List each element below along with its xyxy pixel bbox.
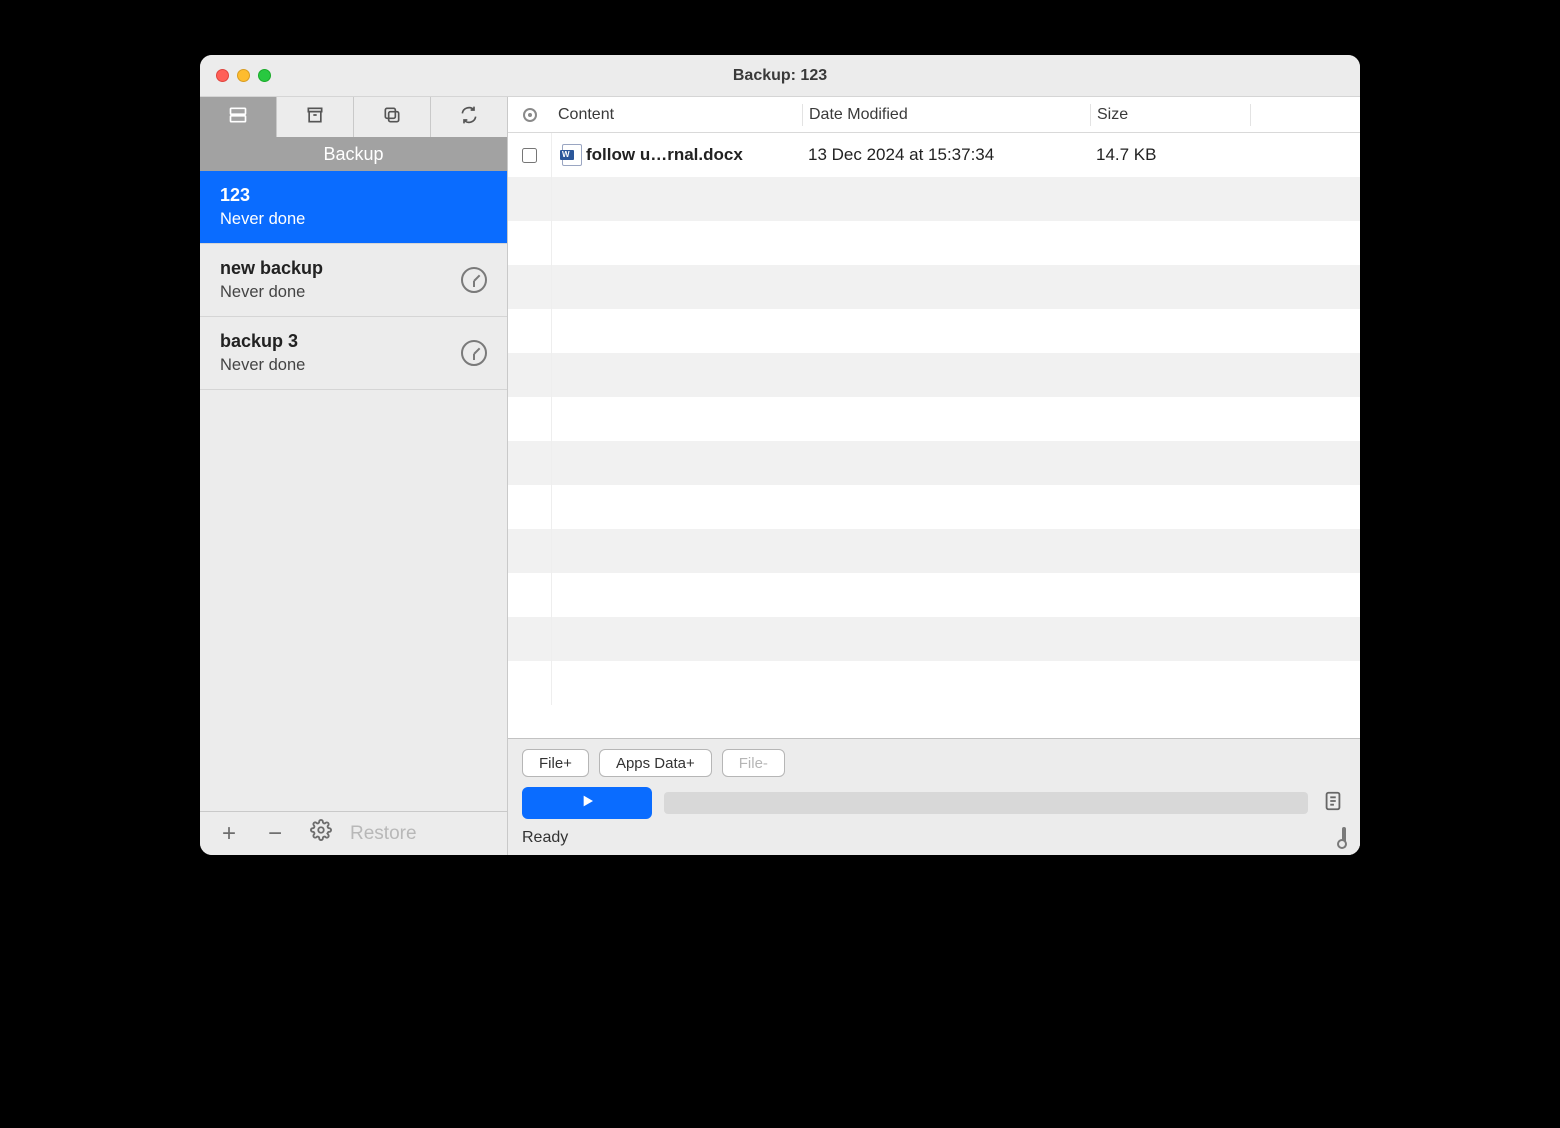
restore-button[interactable]: Restore bbox=[350, 823, 417, 845]
schedule-icon bbox=[461, 340, 487, 366]
empty-row bbox=[508, 397, 1360, 441]
backup-item-123[interactable]: 123 Never done bbox=[200, 171, 507, 244]
row-size: 14.7 KB bbox=[1090, 145, 1250, 165]
column-header-size[interactable]: Size bbox=[1090, 104, 1250, 126]
table-row[interactable]: follow u…rnal.docx 13 Dec 2024 at 15:37:… bbox=[508, 133, 1360, 177]
calendar-clock-icon bbox=[1342, 827, 1346, 848]
clone-icon bbox=[382, 105, 402, 130]
empty-row bbox=[508, 529, 1360, 573]
app-window: Backup: 123 bbox=[200, 55, 1360, 855]
empty-row bbox=[508, 661, 1360, 705]
row-filename: follow u…rnal.docx bbox=[586, 145, 802, 165]
empty-row bbox=[508, 353, 1360, 397]
titlebar: Backup: 123 bbox=[200, 55, 1360, 97]
window-controls bbox=[216, 69, 271, 82]
sidebar-tab-archive[interactable] bbox=[277, 97, 354, 137]
column-header-extra bbox=[1250, 104, 1360, 126]
empty-row bbox=[508, 485, 1360, 529]
file-remove-button[interactable]: File- bbox=[722, 749, 785, 777]
backup-item-backup-3[interactable]: backup 3 Never done bbox=[200, 317, 507, 390]
bottom-toolbar: File+ Apps Data+ File- bbox=[508, 738, 1360, 855]
empty-row bbox=[508, 265, 1360, 309]
progress-bar bbox=[664, 792, 1308, 814]
gear-icon bbox=[310, 819, 332, 848]
backup-list: 123 Never done new backup Never done bbox=[200, 171, 507, 811]
schedule-icon bbox=[461, 267, 487, 293]
file-table: follow u…rnal.docx 13 Dec 2024 at 15:37:… bbox=[508, 133, 1360, 738]
apps-data-add-button[interactable]: Apps Data+ bbox=[599, 749, 712, 777]
docx-file-icon bbox=[562, 144, 582, 166]
table-header: Content Date Modified Size bbox=[508, 97, 1360, 133]
empty-row bbox=[508, 221, 1360, 265]
main-panel: Content Date Modified Size follow u…rnal… bbox=[508, 97, 1360, 855]
archive-icon bbox=[305, 105, 325, 130]
minus-icon: − bbox=[268, 820, 282, 848]
settings-button[interactable] bbox=[298, 815, 344, 853]
document-icon bbox=[1322, 790, 1344, 817]
backup-item-new-backup[interactable]: new backup Never done bbox=[200, 244, 507, 317]
empty-row bbox=[508, 177, 1360, 221]
log-button[interactable] bbox=[1320, 790, 1346, 817]
sync-icon bbox=[459, 105, 479, 130]
sidebar-tabs bbox=[200, 97, 507, 137]
empty-row bbox=[508, 309, 1360, 353]
minimize-window-button[interactable] bbox=[237, 69, 250, 82]
empty-row bbox=[508, 441, 1360, 485]
add-backup-button[interactable]: + bbox=[206, 815, 252, 853]
backup-item-status: Never done bbox=[220, 356, 305, 375]
backup-item-name: new backup bbox=[220, 258, 323, 279]
status-text: Ready bbox=[522, 829, 568, 847]
backup-item-status: Never done bbox=[220, 283, 323, 302]
empty-row bbox=[508, 617, 1360, 661]
close-window-button[interactable] bbox=[216, 69, 229, 82]
schedule-button[interactable] bbox=[1342, 829, 1346, 847]
sidebar: Backup 123 Never done new backup Never d… bbox=[200, 97, 508, 855]
play-icon bbox=[579, 793, 595, 814]
remove-backup-button[interactable]: − bbox=[252, 815, 298, 853]
sidebar-tab-clone[interactable] bbox=[354, 97, 431, 137]
column-header-date[interactable]: Date Modified bbox=[802, 104, 1090, 126]
backup-item-name: 123 bbox=[220, 185, 305, 206]
row-checkbox[interactable] bbox=[522, 148, 537, 163]
backup-item-name: backup 3 bbox=[220, 331, 305, 352]
select-all-radio-icon[interactable] bbox=[523, 108, 537, 122]
empty-row bbox=[508, 573, 1360, 617]
sidebar-tab-sync[interactable] bbox=[431, 97, 507, 137]
backup-icon bbox=[228, 105, 248, 130]
zoom-window-button[interactable] bbox=[258, 69, 271, 82]
row-date: 13 Dec 2024 at 15:37:34 bbox=[802, 145, 1090, 165]
plus-icon: + bbox=[222, 820, 236, 848]
window-title: Backup: 123 bbox=[200, 67, 1360, 85]
column-header-content[interactable]: Content bbox=[552, 106, 802, 124]
backup-item-status: Never done bbox=[220, 210, 305, 229]
sidebar-tab-backup[interactable] bbox=[200, 97, 277, 137]
sidebar-tab-label: Backup bbox=[200, 137, 507, 171]
run-backup-button[interactable] bbox=[522, 787, 652, 819]
sidebar-footer: + − Restore bbox=[200, 811, 507, 855]
file-add-button[interactable]: File+ bbox=[522, 749, 589, 777]
